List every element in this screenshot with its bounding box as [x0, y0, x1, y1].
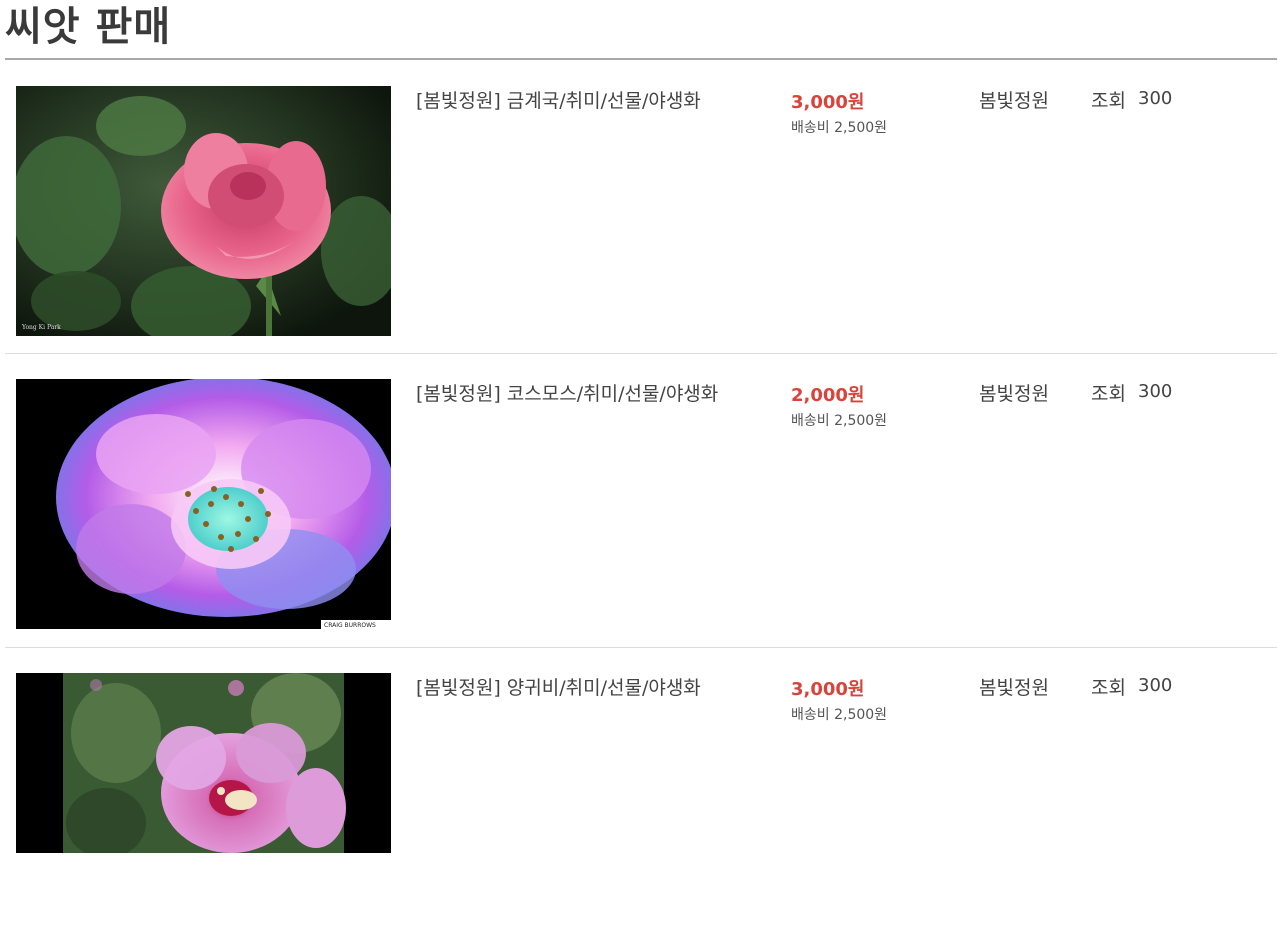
views-label: 조회 — [1091, 90, 1126, 112]
page-title: 씨앗 판매 — [5, 4, 172, 50]
product-price: 3,000원 — [791, 679, 865, 700]
shipping-fee: 배송비 2,500원 — [791, 413, 888, 429]
views-count: 300 — [1138, 675, 1173, 696]
shipping-fee: 배송비 2,500원 — [791, 707, 888, 723]
product-row[interactable]: Yong Ki Park [봄빛정원] 금계국/취미/선물/야생화 3,000원… — [0, 60, 1278, 353]
photo-watermark: Yong Ki Park — [21, 324, 61, 331]
views-label: 조회 — [1091, 677, 1126, 699]
shipping-fee: 배송비 2,500원 — [791, 120, 888, 136]
product-row[interactable]: CRAIG BURROWS [봄빛정원] 코스모스/취미/선물/야생화 2,00… — [0, 353, 1278, 646]
product-row[interactable]: [봄빛정원] 양귀비/취미/선물/야생화 3,000원 배송비 2,500원 봄… — [0, 647, 1278, 940]
photo-watermark: CRAIG BURROWS — [324, 622, 376, 629]
seller-name: 봄빛정원 — [979, 677, 1049, 699]
product-name[interactable]: [봄빛정원] 금계국/취미/선물/야생화 — [416, 86, 701, 113]
seller-name: 봄빛정원 — [979, 90, 1049, 112]
views-count: 300 — [1138, 88, 1173, 109]
product-image-cosmos[interactable]: CRAIG BURROWS — [16, 379, 391, 629]
product-image-rose[interactable]: Yong Ki Park — [16, 86, 391, 336]
views-label: 조회 — [1091, 383, 1126, 405]
product-image-hibiscus[interactable] — [16, 673, 391, 853]
product-price: 2,000원 — [791, 385, 865, 406]
seller-name: 봄빛정원 — [979, 383, 1049, 405]
product-name[interactable]: [봄빛정원] 코스모스/취미/선물/야생화 — [416, 379, 718, 406]
product-name[interactable]: [봄빛정원] 양귀비/취미/선물/야생화 — [416, 673, 701, 700]
views-count: 300 — [1138, 381, 1173, 402]
product-price: 3,000원 — [791, 92, 865, 113]
